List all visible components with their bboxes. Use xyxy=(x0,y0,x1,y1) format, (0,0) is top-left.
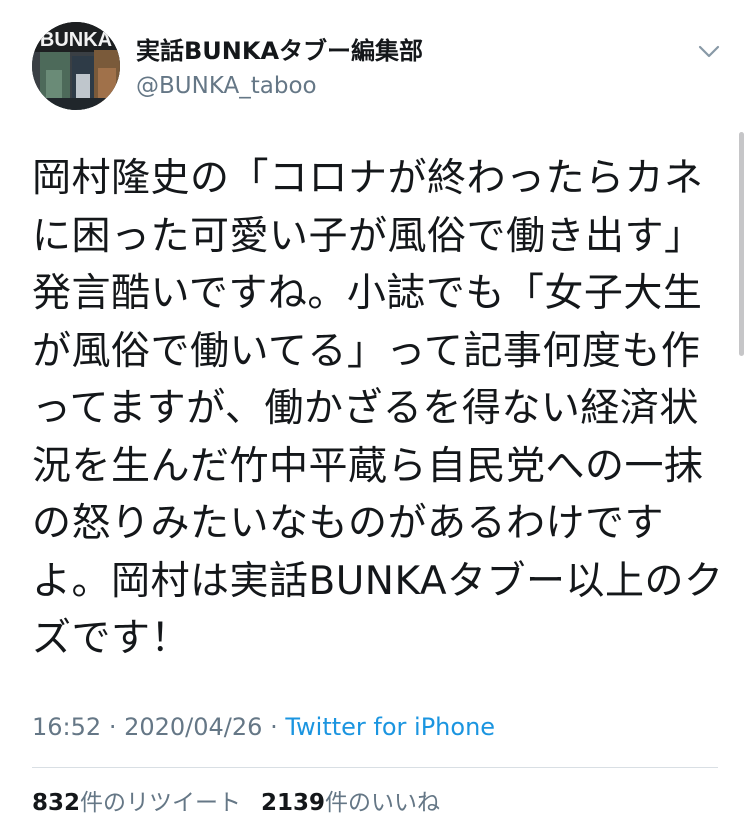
tweet-meta: 16:52 · 2020/04/26 · Twitter for iPhone xyxy=(32,711,495,743)
tweet-stats: 832件のリツイート 2139件のいいね xyxy=(32,786,440,820)
tweet-text: 岡村隆史の「コロナが終わったらカネ に困った可愛い子が風俗で働き出す」 発言酷い… xyxy=(32,150,724,668)
meta-separator: · xyxy=(108,713,117,741)
divider xyxy=(32,767,718,768)
tweet-text-line: ズです！ xyxy=(32,616,191,661)
tweet-text-line: 発言酷いですね。小誌でも「女子大生 xyxy=(32,271,703,316)
likes-count: 2139 xyxy=(261,790,326,816)
tweet-source-link[interactable]: Twitter for iPhone xyxy=(285,713,495,741)
display-name[interactable]: 実話BUNKAタブー編集部 xyxy=(136,36,423,66)
tweet-time[interactable]: 16:52 xyxy=(32,713,101,741)
tweet-text-line: 況を生んだ竹中平蔵ら自民党への一抹 xyxy=(32,443,704,489)
avatar-logo-text: BUNKA xyxy=(40,29,112,51)
retweets-label: 件のリツイート xyxy=(80,790,242,816)
likes-label: 件のいいね xyxy=(325,790,441,816)
retweets-stat[interactable]: 832件のリツイート xyxy=(32,790,241,816)
avatar[interactable]: BUNKA xyxy=(32,22,120,110)
chevron-down-icon[interactable] xyxy=(694,36,724,66)
tweet-text-line: に困った可愛い子が風俗で働き出す」 xyxy=(32,213,704,259)
meta-separator: · xyxy=(270,713,278,741)
tweet-date[interactable]: 2020/04/26 xyxy=(124,713,262,741)
likes-stat[interactable]: 2139件のいいね xyxy=(261,790,440,816)
avatar-image: BUNKA xyxy=(32,22,120,110)
tweet-text-line: よ。岡村は実話BUNKAタブー以上のク xyxy=(32,558,724,604)
tweet-text-line: ってますが、働かざるを得ない経済状 xyxy=(32,386,699,431)
scrollbar[interactable] xyxy=(739,132,744,356)
user-handle[interactable]: @BUNKA_taboo xyxy=(136,70,423,102)
user-names: 実話BUNKAタブー編集部 @BUNKA_taboo xyxy=(136,36,423,102)
retweets-count: 832 xyxy=(32,790,81,816)
tweet-detail: BUNKA 実話BUNKAタブー編集部 @BUNKA_taboo 岡村隆史の「コ… xyxy=(0,0,750,833)
tweet-header: BUNKA 実話BUNKAタブー編集部 @BUNKA_taboo xyxy=(32,22,732,112)
tweet-text-line: 岡村隆史の「コロナが終わったらカネ xyxy=(32,156,704,201)
tweet-text-line: が風俗で働いてる」って記事何度も作 xyxy=(32,328,701,374)
tweet-text-line: の怒りみたいなものがあるわけです xyxy=(32,501,665,546)
